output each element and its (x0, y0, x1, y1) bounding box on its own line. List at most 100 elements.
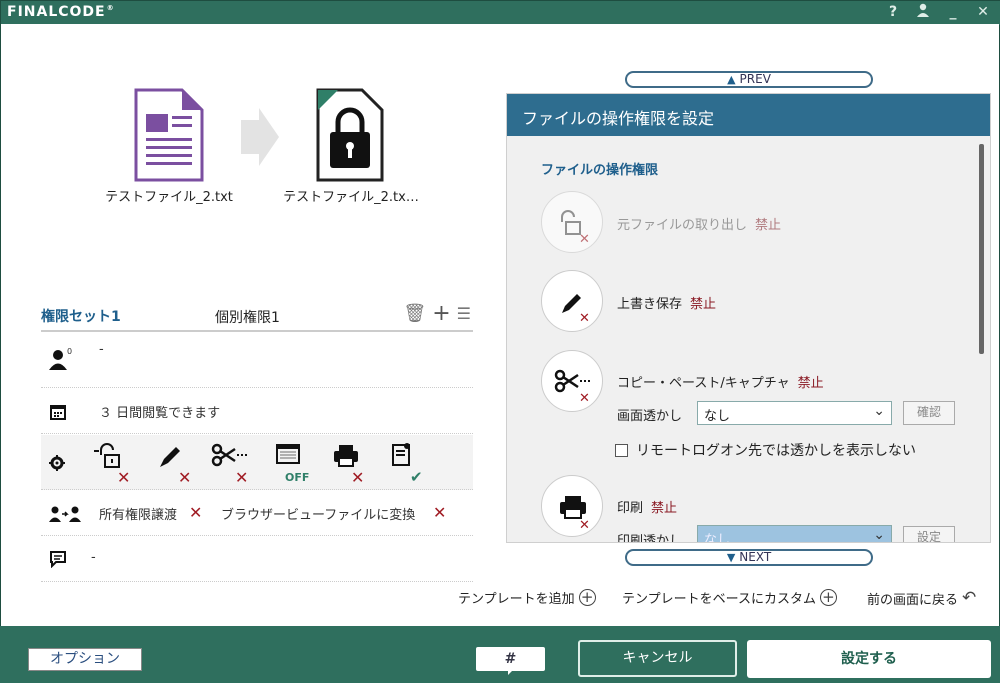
perm-extract-label: 元ファイルの取り出し 禁止 (617, 218, 782, 233)
help-icon[interactable]: ? (885, 4, 901, 20)
back-label: 前の画面に戻る (867, 592, 959, 608)
prev-label: PREV (739, 72, 771, 86)
chevron-down-icon: ⌄ (873, 527, 885, 543)
tab-permission-set-1[interactable]: 権限セット1 (41, 306, 121, 326)
next-button[interactable]: ▼ NEXT (625, 549, 873, 566)
perm-script-item: ✔ (386, 441, 423, 486)
unlock-icon: ✕ (561, 210, 590, 247)
transfer-label: 所有権限譲渡 (99, 508, 178, 523)
scroll-icon (392, 443, 410, 466)
permission-set-header: 権限セット1 個別権限1 🗑 + ☰ (41, 303, 473, 332)
perm-copy-button[interactable]: ✕ (541, 350, 603, 412)
permissions-row: ✕ ✕ ✕ OFF ✕ ✔ (41, 435, 473, 490)
panel-scrollbar[interactable] (979, 144, 984, 354)
app-logo: FINALCODE® (7, 4, 115, 20)
print-watermark-label: 印刷透かし (617, 534, 683, 543)
plus-circle-icon: + (578, 589, 596, 606)
deny-icon: ✕ (235, 468, 249, 487)
custom-template-link[interactable]: テンプレートをベースにカスタム + (622, 588, 837, 607)
perm-watermark-item: OFF (273, 441, 310, 484)
user-icon[interactable] (915, 3, 931, 21)
comment-row: - (41, 537, 473, 582)
print-setting-button[interactable]: 設定 (903, 526, 955, 542)
printer-icon (334, 445, 358, 467)
checkbox-box[interactable] (615, 443, 628, 457)
perm-print-label: 印刷 禁止 (617, 501, 678, 516)
transfer-row: 所有権限譲渡 ✕ ブラウザービューファイルに変換 ✕ (41, 491, 473, 536)
svg-text:✕: ✕ (579, 232, 590, 247)
hash-button[interactable]: # (476, 647, 545, 675)
triangle-down-icon: ▼ (726, 551, 736, 564)
svg-text:✕: ✕ (579, 518, 590, 533)
chevron-down-icon: ⌄ (873, 403, 885, 419)
watermark-label: 画面透かし (617, 409, 683, 424)
undo-icon: ↶ (962, 588, 977, 608)
minimize-icon[interactable]: _ (945, 4, 961, 20)
plus-circle-icon: + (819, 589, 837, 606)
comment-value: - (91, 550, 96, 565)
trash-icon[interactable]: 🗑 (403, 304, 426, 324)
screen-icon (276, 444, 300, 464)
perm-print-item: ✕ (331, 441, 367, 487)
perm-copy-label: コピー・ペースト/キャプチャ 禁止 (617, 376, 824, 391)
panel-subtitle: ファイルの操作権限 (541, 163, 659, 178)
add-icon[interactable]: + (432, 303, 450, 325)
period-row: ３ 日間閲覧できます (41, 389, 473, 434)
gear-icon (49, 455, 65, 471)
unlock-icon (94, 443, 120, 468)
dest-file-name: テストファイル_2.tx… (283, 190, 419, 205)
comment-icon (50, 551, 66, 568)
print-watermark-select[interactable]: なし ⌄ (697, 525, 892, 543)
add-template-label: テンプレートを追加 (458, 592, 575, 607)
title-bar: FINALCODE® ? _ ✕ (1, 1, 1000, 25)
svg-text:✕: ✕ (579, 311, 590, 326)
list-icon[interactable]: ☰ (457, 304, 471, 324)
perm-overwrite-button[interactable]: ✕ (541, 270, 603, 332)
tab-individual-permission-1[interactable]: 個別権限1 (215, 307, 280, 327)
perm-extract-button[interactable]: ✕ (541, 191, 603, 253)
confirm-button[interactable]: 確認 (903, 401, 955, 425)
deny-icon: ✕ (433, 503, 447, 522)
deny-icon: ✕ (178, 468, 192, 487)
period-text: ３ 日間閲覧できます (99, 406, 221, 421)
perm-unlock-item: ✕ (93, 441, 130, 487)
off-label: OFF (285, 471, 310, 484)
document-file-icon (134, 88, 204, 182)
option-button[interactable]: オプション (28, 648, 142, 671)
prev-button[interactable]: ▲ PREV (625, 71, 873, 88)
cancel-button[interactable]: キャンセル (578, 640, 737, 677)
custom-template-label: テンプレートをベースにカスタム (622, 592, 816, 607)
remote-watermark-checkbox[interactable]: リモートログオン先では透かしを表示しない (615, 440, 916, 460)
convert-label: ブラウザービューファイルに変換 (221, 508, 416, 523)
apply-button[interactable]: 設定する (747, 640, 991, 678)
scissors-icon: ✕ (554, 369, 590, 406)
remote-watermark-label: リモートログオン先では透かしを表示しない (636, 443, 916, 459)
deny-icon: ✕ (189, 503, 203, 522)
printer-icon: ✕ (560, 496, 590, 533)
permission-settings-panel: ファイルの操作権限を設定 ファイルの操作権限 ✕ 元ファイルの取り出し 禁止 ✕ … (506, 93, 991, 543)
arrow-right-icon (241, 108, 279, 166)
svg-text:✕: ✕ (579, 391, 590, 406)
calendar-icon (50, 405, 66, 420)
scissors-icon (211, 443, 247, 467)
transfer-users-icon (49, 506, 81, 522)
close-icon[interactable]: ✕ (975, 4, 991, 20)
pen-icon (160, 447, 180, 467)
panel-title: ファイルの操作権限を設定 (507, 94, 990, 136)
perm-print-button[interactable]: ✕ (541, 475, 603, 537)
triangle-up-icon: ▲ (727, 73, 736, 86)
deny-icon: ✕ (351, 468, 365, 487)
watermark-select[interactable]: なし ⌄ (697, 401, 892, 425)
allow-icon: ✔ (410, 468, 423, 486)
source-file-name: テストファイル_2.txt (105, 190, 233, 205)
owner-row: 0 - (41, 334, 473, 388)
perm-copy-item: ✕ (211, 441, 248, 487)
pen-icon: ✕ (562, 294, 590, 326)
encrypted-file-icon (316, 88, 384, 182)
owner-count: 0 (67, 347, 73, 356)
owner-value: - (99, 342, 104, 357)
back-link[interactable]: 前の画面に戻る ↶ (867, 588, 976, 608)
perm-save-item: ✕ (156, 441, 192, 487)
add-template-link[interactable]: テンプレートを追加 + (458, 588, 596, 607)
deny-icon: ✕ (117, 468, 131, 487)
